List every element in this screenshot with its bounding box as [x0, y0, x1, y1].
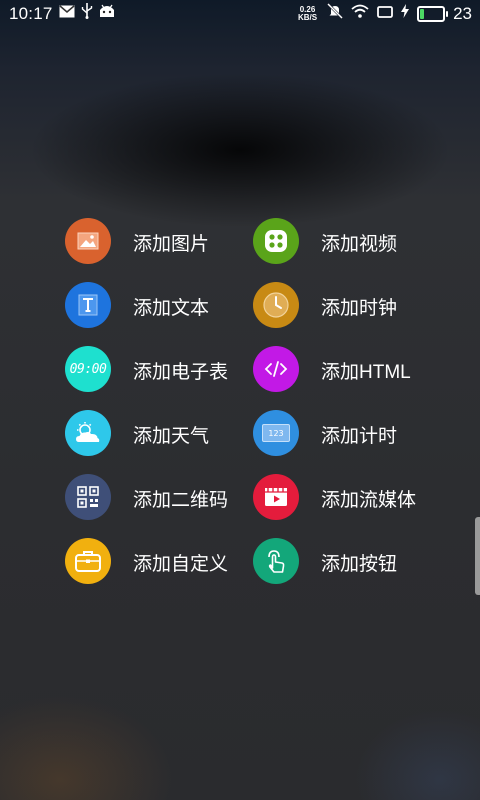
add-image-item[interactable]: 添加图片 [65, 218, 253, 282]
text-icon [65, 282, 111, 328]
add-qrcode-label: 添加二维码 [133, 490, 229, 511]
network-speed: 0.26 KB/S [297, 5, 318, 22]
qrcode-icon [65, 474, 111, 520]
add-image-label: 添加图片 [133, 234, 210, 255]
status-time: 10:17 [9, 3, 53, 23]
add-text-label: 添加文本 [133, 298, 210, 319]
add-html-label: 添加HTML [321, 362, 411, 383]
add-menu: 添加图片 添加视频 添加文本 添加时钟 09:00 添加电子表 添加HTML 添… [65, 218, 445, 602]
add-timer-item[interactable]: 123 添加计时 [253, 410, 443, 474]
battery-level: 23 [453, 3, 472, 23]
mail-icon [59, 4, 75, 23]
touch-icon [253, 538, 299, 584]
add-digital-clock-label: 添加电子表 [133, 362, 229, 383]
code-icon [253, 346, 299, 392]
image-icon [65, 218, 111, 264]
add-video-item[interactable]: 添加视频 [253, 218, 443, 282]
add-timer-label: 添加计时 [321, 426, 398, 447]
add-text-item[interactable]: 添加文本 [65, 282, 253, 346]
timer-icon: 123 [253, 410, 299, 456]
add-qrcode-item[interactable]: 添加二维码 [65, 474, 253, 538]
battery-icon [417, 5, 449, 22]
add-button-label: 添加按钮 [321, 554, 398, 575]
briefcase-icon [65, 538, 111, 584]
usb-icon [81, 3, 93, 24]
status-bar: 10:17 0.26 KB/S 23 [0, 0, 480, 26]
add-digital-clock-item[interactable]: 09:00 添加电子表 [65, 346, 253, 410]
add-clock-label: 添加时钟 [321, 298, 398, 319]
digital-clock-text: 09:00 [69, 361, 107, 377]
mute-icon [327, 3, 343, 24]
side-scroll-handle[interactable] [475, 517, 480, 595]
add-custom-label: 添加自定义 [133, 554, 229, 575]
add-custom-item[interactable]: 添加自定义 [65, 538, 253, 602]
video-dots-icon [253, 218, 299, 264]
add-video-label: 添加视频 [321, 234, 398, 255]
android-icon [99, 4, 115, 23]
weather-icon [65, 410, 111, 456]
add-clock-item[interactable]: 添加时钟 [253, 282, 443, 346]
stream-icon [253, 474, 299, 520]
add-weather-label: 添加天气 [133, 426, 210, 447]
add-button-item[interactable]: 添加按钮 [253, 538, 443, 602]
add-weather-item[interactable]: 添加天气 [65, 410, 253, 474]
wifi-icon [351, 4, 369, 23]
timer-text: 123 [268, 428, 284, 438]
clock-icon [253, 282, 299, 328]
add-stream-item[interactable]: 添加流媒体 [253, 474, 443, 538]
charging-icon [401, 4, 410, 23]
add-stream-label: 添加流媒体 [321, 490, 417, 511]
digital-clock-icon: 09:00 [65, 346, 111, 392]
screen-icon [377, 5, 393, 23]
add-html-item[interactable]: 添加HTML [253, 346, 443, 410]
net-speed-unit: KB/S [297, 12, 318, 22]
